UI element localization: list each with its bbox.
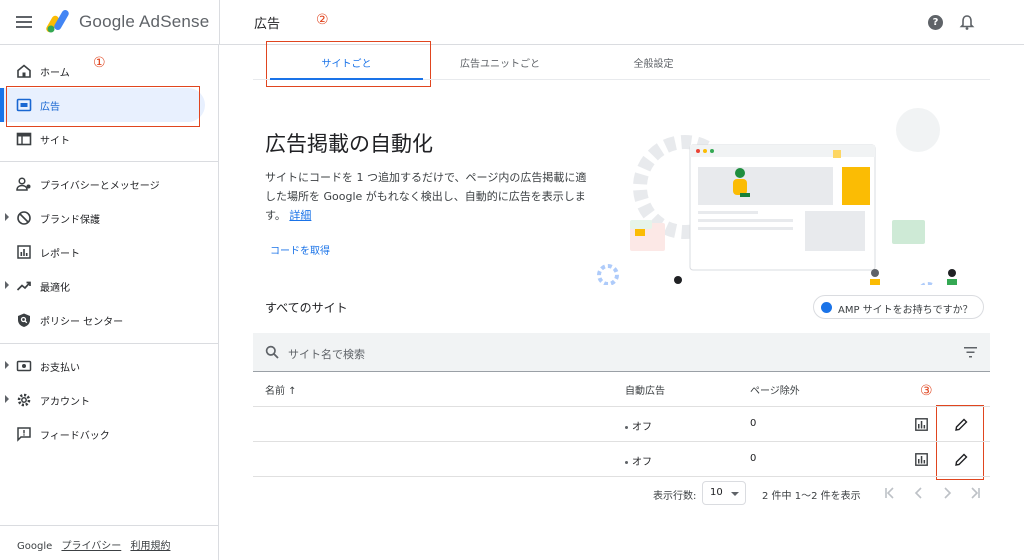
- chevron-down-icon: [731, 492, 739, 496]
- sidebar-item-reports[interactable]: レポート: [0, 235, 205, 269]
- help-icon[interactable]: ?: [928, 15, 943, 30]
- first-page-icon[interactable]: [883, 486, 897, 500]
- sidebar-item-label: レポート: [40, 249, 80, 260]
- next-page-icon[interactable]: [940, 486, 954, 500]
- pencil-edit-icon[interactable]: [955, 418, 968, 431]
- terms-link[interactable]: 利用規約: [130, 541, 170, 552]
- expand-caret-icon: [5, 395, 9, 403]
- rows-per-page-label: 表示行数:: [653, 491, 697, 502]
- gear-icon: [17, 393, 31, 407]
- active-tab-indicator: [270, 78, 423, 80]
- sidebar-item-privacy[interactable]: プライバシーとメッセージ: [0, 167, 205, 201]
- filter-icon[interactable]: [964, 347, 977, 358]
- sidebar-item-brand-safety[interactable]: ブランド保護: [0, 201, 205, 235]
- tab-by-site[interactable]: サイトごと: [270, 55, 423, 70]
- notifications-bell-icon[interactable]: [959, 14, 975, 31]
- sidebar-item-label: ポリシー センター: [40, 317, 124, 328]
- report-chart-icon[interactable]: [915, 418, 928, 431]
- home-icon: [17, 64, 31, 78]
- hero-title: 広告掲載の自動化: [265, 132, 433, 156]
- sidebar-item-label: アカウント: [40, 397, 90, 408]
- sidebar-item-label: お支払い: [40, 363, 80, 374]
- sidebar-item-optimize[interactable]: 最適化: [0, 269, 205, 303]
- sidebar-item-sites[interactable]: サイト: [0, 122, 205, 156]
- sidebar-item-feedback[interactable]: フィードバック: [0, 417, 205, 451]
- annotation-number-1: ①: [93, 55, 106, 71]
- product-name: Google AdSense: [79, 12, 210, 31]
- get-code-button[interactable]: コードを取得: [270, 242, 330, 257]
- tab-general-settings[interactable]: 全般設定: [580, 55, 727, 70]
- pagination-range: 2 件中 1〜2 件を表示: [762, 491, 861, 502]
- sites-icon: [16, 132, 32, 146]
- table-divider: [253, 441, 990, 442]
- footer-google: Google: [17, 541, 53, 552]
- privacy-person-icon: [16, 177, 31, 191]
- rows-per-page-select[interactable]: 10: [702, 481, 746, 505]
- sidebar-divider: [0, 161, 219, 162]
- sidebar-item-label: ブランド保護: [40, 215, 100, 226]
- sidebar-item-label: 最適化: [40, 283, 70, 294]
- last-page-icon[interactable]: [968, 486, 982, 500]
- column-header-name[interactable]: 名前 ↑: [265, 382, 297, 397]
- search-icon: [265, 345, 279, 359]
- main-content: サイトごと 広告ユニットごと 全般設定 広告掲載の自動化 サイトにコードを 1 …: [220, 45, 1024, 560]
- all-sites-title: すべてのサイト: [265, 301, 348, 315]
- active-indicator: [0, 88, 4, 122]
- sidebar-item-label: フィードバック: [40, 431, 110, 442]
- site-search-bar[interactable]: サイト名で検索: [253, 333, 990, 372]
- divider: [219, 0, 220, 45]
- expand-caret-icon: [5, 361, 9, 369]
- page-exclusions-count: 0: [750, 453, 757, 464]
- annotation-number-2: ②: [316, 12, 329, 28]
- column-header-auto-ads: 自動広告: [625, 386, 665, 397]
- payments-icon: [16, 360, 32, 372]
- sidebar-item-policy-center[interactable]: ポリシー センター: [0, 303, 205, 337]
- status-dot: [625, 425, 628, 429]
- details-link[interactable]: 詳細: [289, 209, 311, 222]
- sidebar-item-label: サイト: [40, 136, 70, 147]
- report-chart-icon: [17, 245, 31, 259]
- sidebar-item-label: プライバシーとメッセージ: [40, 181, 160, 192]
- sidebar-item-account[interactable]: アカウント: [0, 383, 205, 417]
- privacy-link[interactable]: プライバシー: [61, 541, 121, 552]
- sidebar-footer: Google プライバシー 利用規約: [17, 537, 176, 552]
- hero-description-text: サイトにコードを 1 つ追加するだけで、ページ内の広告掲載に適した場所を Goo…: [265, 171, 587, 222]
- feedback-icon: [17, 427, 31, 442]
- trending-up-icon: [16, 281, 31, 291]
- auto-ads-illustration: [597, 108, 957, 285]
- hero-description: サイトにコードを 1 つ追加するだけで、ページ内の広告掲載に適した場所を Goo…: [265, 168, 595, 225]
- amp-sites-button[interactable]: AMP サイトをお持ちですか？: [813, 295, 984, 319]
- sidebar-item-payments[interactable]: お支払い: [0, 349, 205, 383]
- auto-ads-status-text: オフ: [632, 457, 652, 468]
- sidebar-item-label: ホーム: [40, 68, 70, 79]
- auto-ads-status: オフ: [625, 453, 652, 468]
- auto-ads-status-text: オフ: [632, 422, 652, 433]
- table-divider: [253, 406, 990, 407]
- sidebar-divider: [0, 525, 219, 526]
- pencil-edit-icon[interactable]: [955, 453, 968, 466]
- expand-caret-icon: [5, 281, 9, 289]
- adsense-logo-icon: [46, 10, 69, 33]
- menu-icon[interactable]: [16, 16, 32, 28]
- auto-ads-status: オフ: [625, 418, 652, 433]
- column-header-page-exclusions: ページ除外: [750, 386, 800, 397]
- page-exclusions-count: 0: [750, 418, 757, 429]
- tab-by-ad-unit[interactable]: 広告ユニットごと: [425, 55, 575, 70]
- page-title: 広告: [254, 17, 281, 32]
- rows-per-page-value: 10: [710, 487, 723, 498]
- prev-page-icon[interactable]: [912, 486, 926, 500]
- search-input[interactable]: サイト名で検索: [288, 346, 365, 362]
- block-icon: [17, 211, 31, 225]
- status-dot: [625, 460, 628, 464]
- sidebar-divider: [0, 343, 219, 344]
- adsense-app: Google AdSense 広告 ? ホーム 広告 サイト プライバシーとメッ…: [0, 0, 1024, 560]
- amp-bolt-icon: [821, 302, 832, 313]
- expand-caret-icon: [5, 213, 9, 221]
- top-app-bar: Google AdSense 広告 ?: [0, 0, 1024, 45]
- table-divider: [253, 476, 990, 477]
- report-chart-icon[interactable]: [915, 453, 928, 466]
- amp-button-label: AMP サイトをお持ちですか？: [838, 305, 973, 316]
- policy-shield-icon: [18, 313, 30, 327]
- annotation-box-ads: [6, 86, 200, 127]
